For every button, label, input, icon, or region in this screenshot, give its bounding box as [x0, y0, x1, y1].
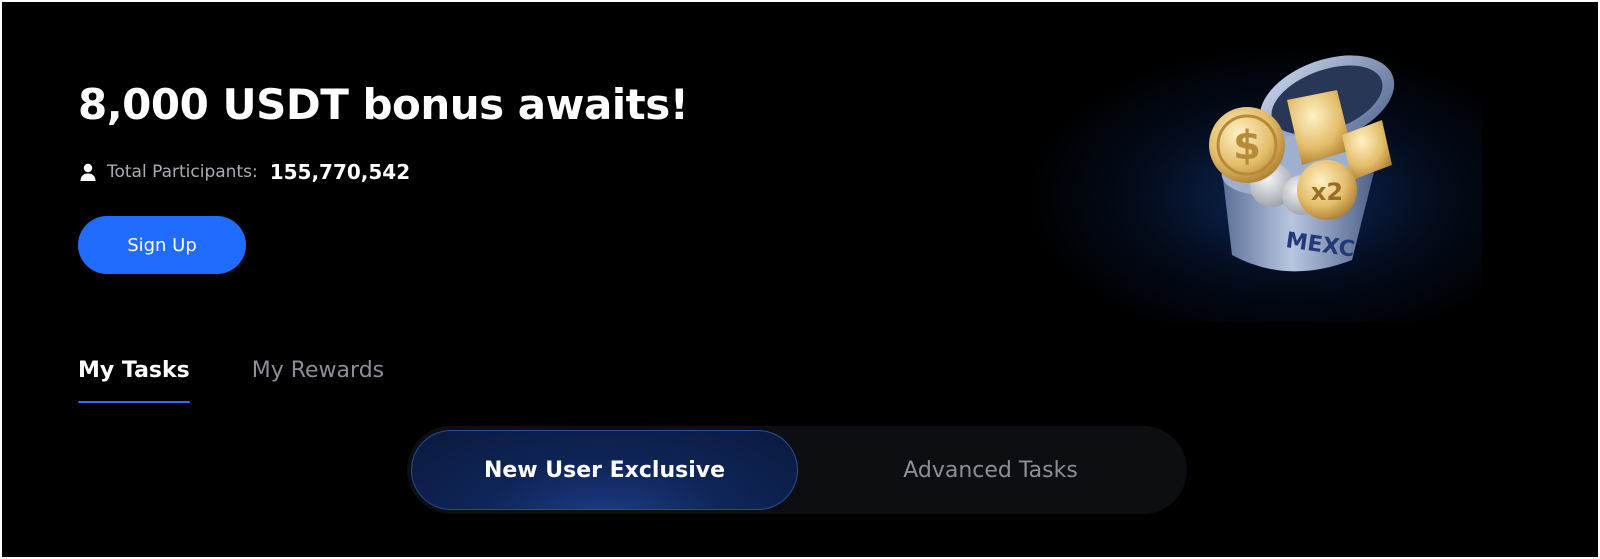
user-icon: [78, 162, 98, 182]
tabs: My Tasks My Rewards: [78, 358, 384, 403]
page-title: 8,000 USDT bonus awaits!: [78, 80, 689, 129]
advanced-tasks-option[interactable]: Advanced Tasks: [798, 430, 1183, 510]
task-type-toggle: New User Exclusive Advanced Tasks: [407, 426, 1187, 514]
participants-label: Total Participants:: [107, 162, 258, 182]
tab-my-tasks[interactable]: My Tasks: [78, 358, 190, 403]
svg-text:x2: x2: [1311, 178, 1343, 206]
coin-tin-illustration: $ x2 MEXC: [1209, 55, 1395, 272]
participants-row: Total Participants: 155,770,542: [78, 160, 410, 184]
svg-text:$: $: [1233, 123, 1261, 169]
new-user-exclusive-option[interactable]: New User Exclusive: [411, 430, 798, 510]
participants-count: 155,770,542: [269, 160, 411, 184]
tab-my-rewards[interactable]: My Rewards: [252, 358, 384, 403]
sign-up-button[interactable]: Sign Up: [78, 216, 246, 274]
bonus-page: 8,000 USDT bonus awaits! Total Participa…: [2, 2, 1598, 557]
